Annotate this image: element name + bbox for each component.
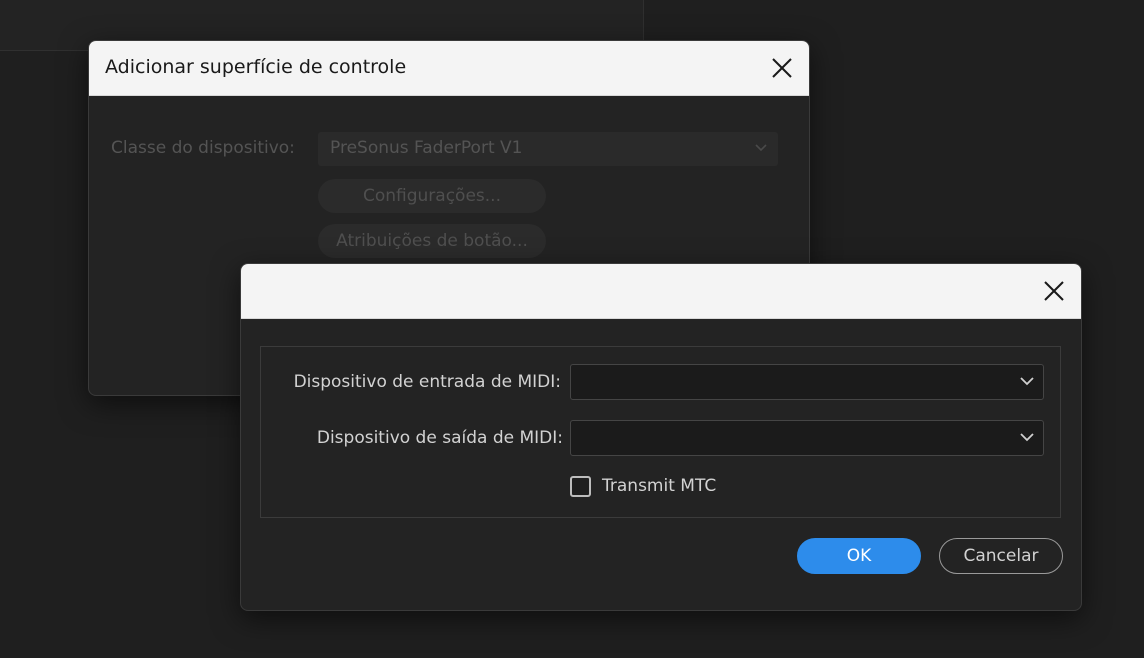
chevron-down-icon: [1020, 377, 1034, 386]
close-button[interactable]: [1037, 274, 1071, 308]
dialog-titlebar: Adicionar superfície de controle: [89, 41, 809, 96]
midi-output-label: Dispositivo de saída de MIDI:: [316, 428, 563, 448]
close-button[interactable]: [765, 51, 799, 85]
ok-button[interactable]: OK: [797, 538, 921, 574]
device-class-label: Classe do dispositivo:: [111, 138, 295, 158]
settings-button[interactable]: Configurações...: [318, 179, 546, 213]
midi-input-label: Dispositivo de entrada de MIDI:: [293, 372, 561, 392]
close-icon: [772, 58, 792, 78]
cancel-button[interactable]: Cancelar: [939, 538, 1063, 574]
transmit-mtc-label: Transmit MTC: [602, 476, 717, 496]
dialog-titlebar: [241, 264, 1081, 319]
close-icon: [1044, 281, 1064, 301]
dialog-title: Adicionar superfície de controle: [105, 56, 407, 78]
checkbox-box[interactable]: [570, 476, 591, 497]
midi-device-dialog: Dispositivo de entrada de MIDI: Disposit…: [240, 263, 1082, 611]
device-class-value: PreSonus FaderPort V1: [330, 138, 523, 158]
button-assignments-button[interactable]: Atribuições de botão...: [318, 224, 546, 258]
chevron-down-icon: [755, 144, 767, 152]
chevron-down-icon: [1020, 433, 1034, 442]
midi-output-select[interactable]: [570, 420, 1044, 456]
device-class-select[interactable]: PreSonus FaderPort V1: [318, 132, 778, 166]
midi-input-select[interactable]: [570, 364, 1044, 400]
